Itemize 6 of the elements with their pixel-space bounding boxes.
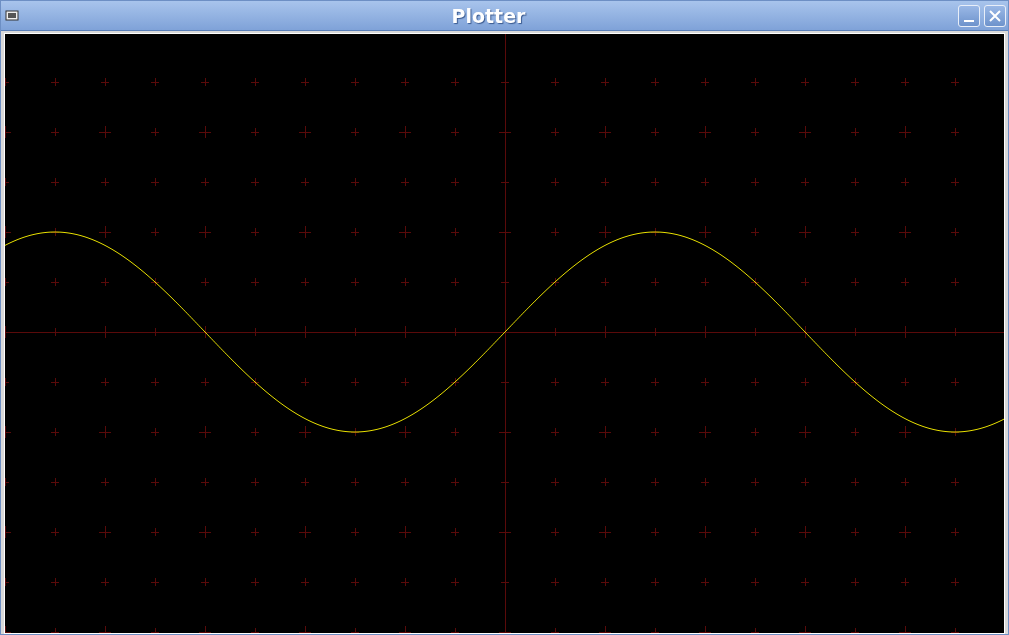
window-title: Plotter <box>450 4 527 27</box>
window-menu-icon[interactable] <box>5 9 19 22</box>
close-icon <box>988 8 1002 23</box>
minimize-icon <box>964 19 974 22</box>
minimize-button[interactable] <box>958 4 980 27</box>
close-button[interactable] <box>984 4 1006 27</box>
